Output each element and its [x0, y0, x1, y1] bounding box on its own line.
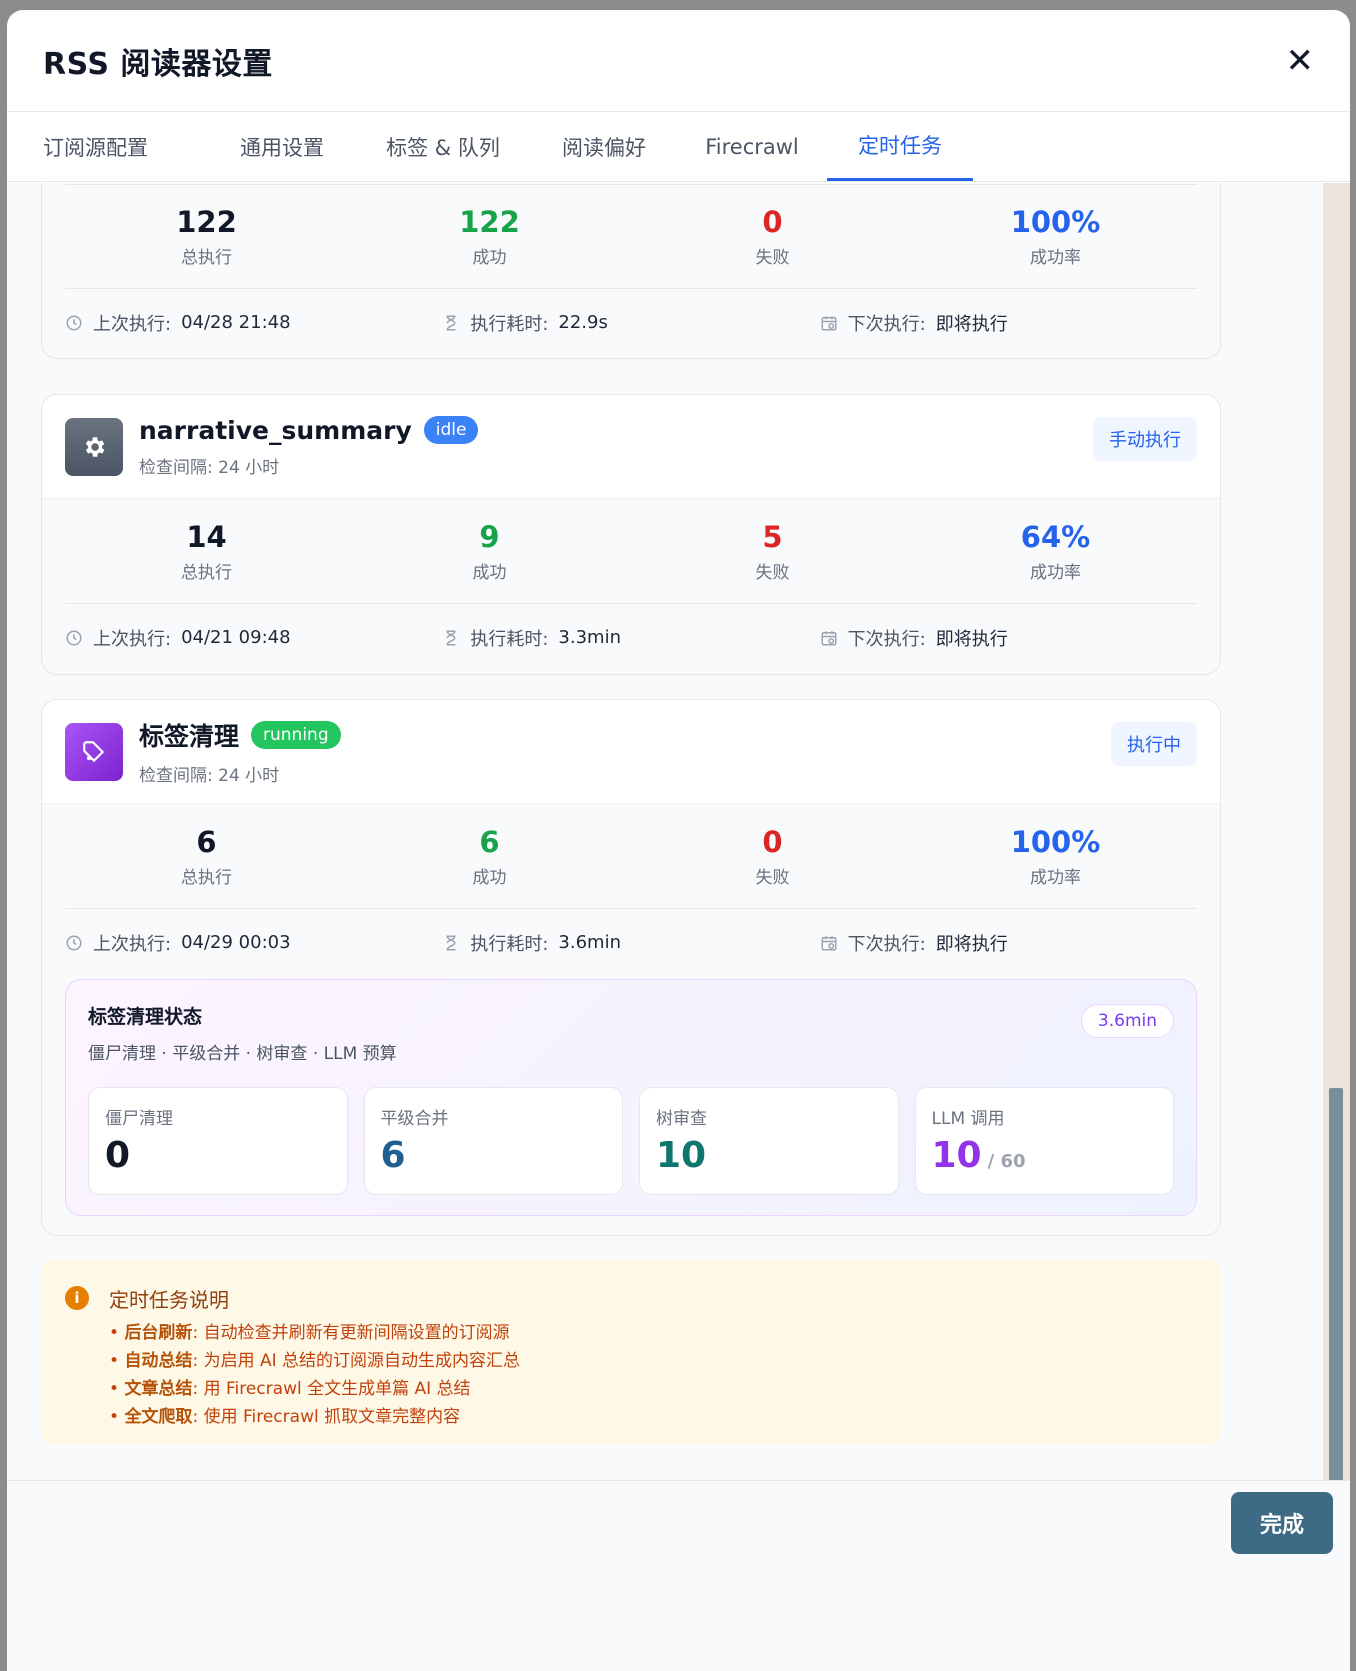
task-stats: 122 总执行 122 成功 0 失败 100% 成功率: [65, 184, 1197, 289]
calendar-icon: [821, 315, 837, 330]
running-button[interactable]: 执行中: [1111, 722, 1197, 766]
tab-reading-prefs[interactable]: 阅读偏好: [531, 112, 677, 181]
scheduled-tasks-panel[interactable]: 122 总执行 122 成功 0 失败 100% 成功率 上次执行: 04/28…: [7, 183, 1323, 1573]
stat-rate: 100% 成功率: [1010, 205, 1101, 268]
scheduled-tasks-notice: i 定时任务说明 • 后台刷新: 自动检查并刷新有更新间隔设置的订阅源 • 自动…: [41, 1260, 1221, 1444]
notice-title: 定时任务说明: [109, 1288, 229, 1312]
metric-zombie-cleanup: 僵尸清理 0: [88, 1087, 348, 1195]
modal-header: RSS 阅读器设置 ✕: [7, 10, 1350, 112]
stat-fail: 0 失败: [755, 205, 790, 268]
tag-cleanup-status: 标签清理状态 僵尸清理 · 平级合并 · 树审查 · LLM 预算 3.6min…: [65, 979, 1197, 1216]
task-meta: 上次执行: 04/29 00:03 执行耗时: 3.6min 下次执行: 即将执…: [65, 909, 1197, 976]
tab-firecrawl[interactable]: Firecrawl: [677, 112, 827, 181]
stat-success: 122 成功: [459, 205, 520, 268]
notice-item: • 文章总结: 用 Firecrawl 全文生成单篇 AI 总结: [109, 1379, 471, 1399]
info-icon: i: [65, 1286, 89, 1310]
task-interval: 检查间隔: 24 小时: [139, 766, 280, 786]
hourglass-icon: [446, 935, 456, 950]
hourglass-icon: [446, 630, 456, 645]
stat-fail: 5 失败: [755, 519, 790, 583]
stat-fail: 0 失败: [755, 824, 790, 888]
metric-tree-review: 树审查 10: [639, 1087, 899, 1195]
clock-icon: [66, 630, 82, 645]
gear-icon: [65, 417, 123, 476]
stat-rate: 64% 成功率: [1020, 519, 1091, 583]
task-card: narrative_summary idle 检查间隔: 24 小时 手动执行 …: [41, 394, 1221, 675]
clock-icon: [66, 315, 82, 330]
task-card: 122 总执行 122 成功 0 失败 100% 成功率 上次执行: 04/28…: [41, 183, 1221, 359]
task-header: 标签清理 running 检查间隔: 24 小时 执行中: [42, 700, 1220, 804]
calendar-icon: [821, 630, 837, 645]
close-icon[interactable]: ✕: [1286, 44, 1315, 78]
cleanup-subtitle: 僵尸清理 · 平级合并 · 树审查 · LLM 预算: [88, 1044, 397, 1064]
modal-footer: 完成: [7, 1480, 1350, 1671]
tab-general[interactable]: 通用设置: [209, 112, 355, 181]
notice-item: • 后台刷新: 自动检查并刷新有更新间隔设置的订阅源: [109, 1323, 510, 1343]
task-meta: 上次执行: 04/21 09:48 执行耗时: 3.3min 下次执行: 即将执…: [65, 604, 1197, 671]
stat-total: 14 总执行: [181, 519, 232, 583]
manual-run-button[interactable]: 手动执行: [1093, 417, 1197, 461]
task-meta: 上次执行: 04/28 21:48 执行耗时: 22.9s 下次执行: 即将执行: [65, 289, 1197, 356]
task-interval: 检查间隔: 24 小时: [139, 457, 280, 478]
calendar-icon: [821, 935, 837, 950]
notice-item: • 自动总结: 为启用 AI 总结的订阅源自动生成内容汇总: [109, 1351, 521, 1371]
clock-icon: [66, 935, 82, 950]
tab-scheduled-tasks[interactable]: 定时任务: [827, 112, 973, 181]
tab-bar: 订阅源配置 通用设置 标签 & 队列 阅读偏好 Firecrawl 定时任务: [7, 112, 1350, 182]
status-badge: idle: [423, 416, 479, 444]
cleanup-title: 标签清理状态: [88, 1006, 203, 1028]
notice-list: • 后台刷新: 自动检查并刷新有更新间隔设置的订阅源 • 自动总结: 为启用 A…: [109, 1319, 1197, 1431]
task-card: 标签清理 running 检查间隔: 24 小时 执行中 6 总执行 6 成功 …: [41, 699, 1221, 1236]
task-name: narrative_summary: [139, 415, 412, 445]
modal-title: RSS 阅读器设置: [43, 46, 273, 82]
stat-total: 122 总执行: [176, 205, 237, 268]
tab-tags-queue[interactable]: 标签 & 队列: [355, 112, 531, 181]
stat-success: 6 成功: [472, 824, 507, 888]
hourglass-icon: [446, 315, 456, 330]
tag-icon: [65, 722, 123, 781]
stat-success: 9 成功: [472, 519, 507, 583]
task-header: narrative_summary idle 检查间隔: 24 小时 手动执行: [42, 395, 1220, 499]
tab-feed-config[interactable]: 订阅源配置: [43, 112, 209, 181]
settings-modal: RSS 阅读器设置 ✕ 订阅源配置 通用设置 标签 & 队列 阅读偏好 Fire…: [7, 10, 1350, 1671]
cleanup-metrics: 僵尸清理 0 平级合并 6 树审查 10 LLM 调用 10/ 60: [88, 1087, 1174, 1195]
metric-peer-merge: 平级合并 6: [363, 1087, 623, 1195]
done-button[interactable]: 完成: [1231, 1492, 1333, 1554]
stat-rate: 100% 成功率: [1010, 824, 1101, 888]
task-name: 标签清理: [139, 722, 240, 751]
cleanup-duration-badge: 3.6min: [1080, 1004, 1174, 1038]
metric-llm-calls: LLM 调用 10/ 60: [914, 1087, 1174, 1195]
stat-total: 6 总执行: [181, 824, 232, 888]
status-badge: running: [251, 721, 341, 749]
notice-item: • 全文爬取: 使用 Firecrawl 抓取文章完整内容: [109, 1407, 461, 1427]
task-stats: 6 总执行 6 成功 0 失败 100% 成功率: [65, 804, 1197, 909]
task-stats: 14 总执行 9 成功 5 失败 64% 成功率: [65, 499, 1197, 604]
